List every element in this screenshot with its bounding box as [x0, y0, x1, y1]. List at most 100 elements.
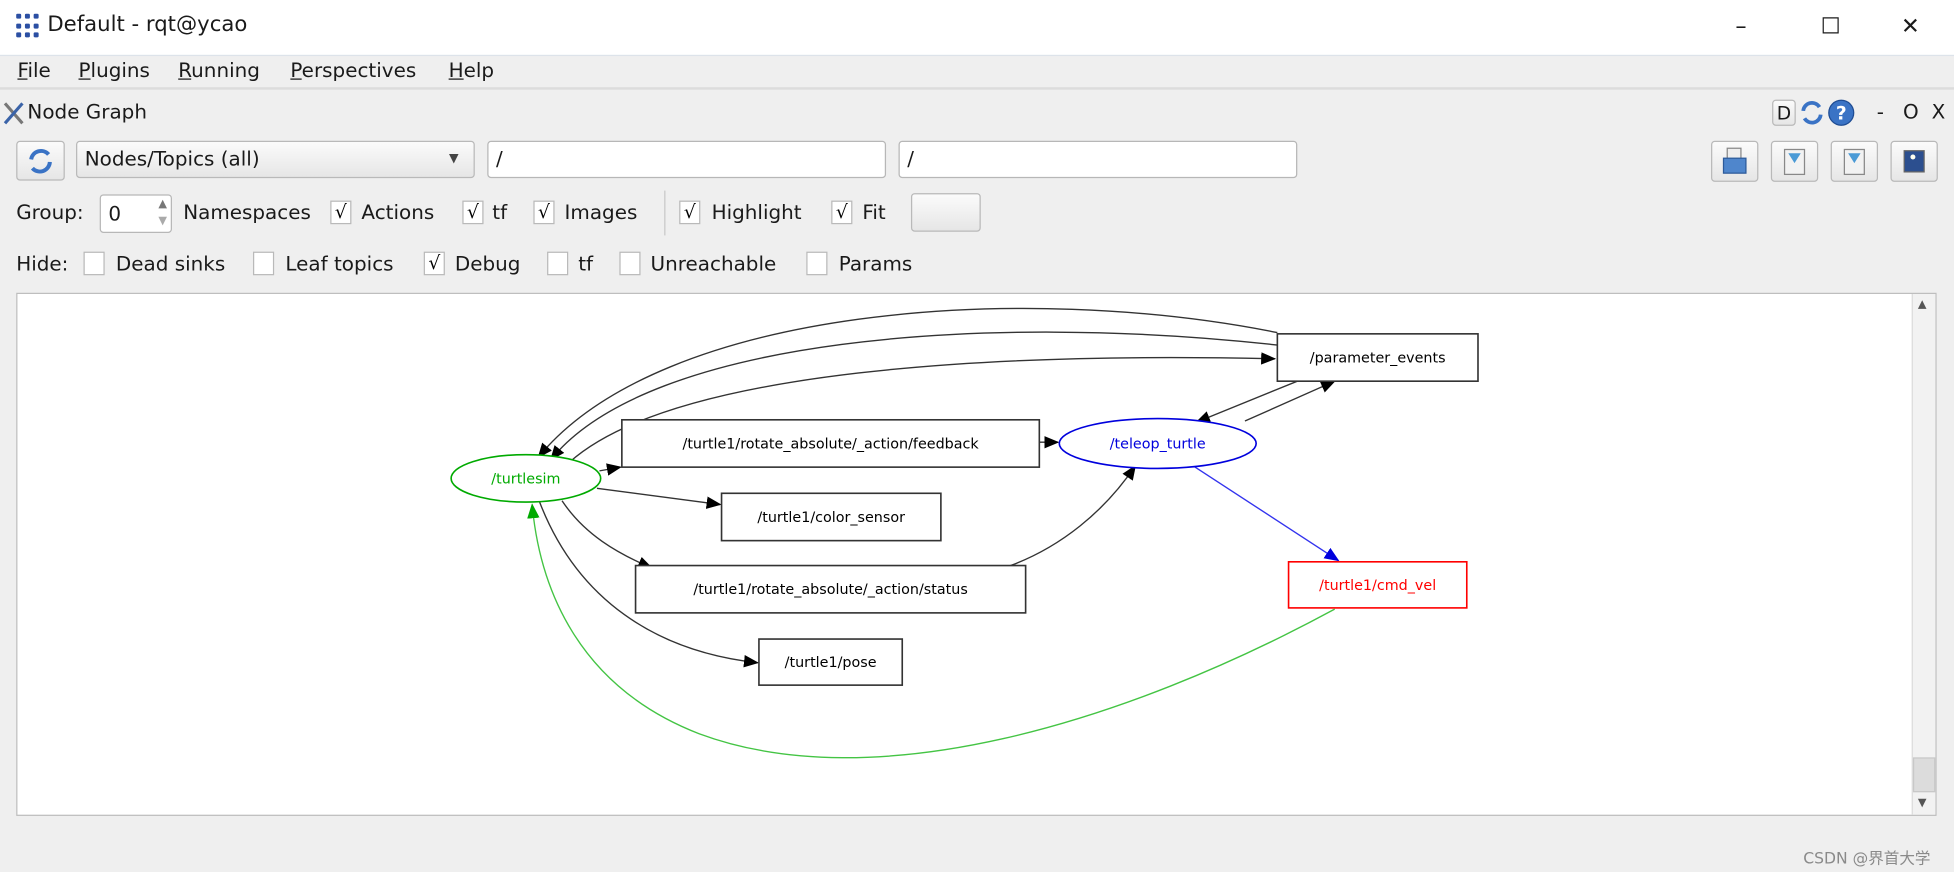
reload-plugin-icon[interactable] — [1798, 98, 1825, 127]
actions-checkbox[interactable]: √ — [330, 200, 352, 225]
app-grid-icon — [16, 13, 39, 39]
node-label: /turtle1/pose — [785, 655, 877, 671]
minimize-button[interactable]: – — [1716, 10, 1766, 45]
svg-text:?: ? — [1836, 104, 1847, 125]
node-label: /teleop_turtle — [1110, 436, 1206, 452]
float-plugin-button[interactable]: O — [1903, 100, 1919, 124]
images-label: Images — [564, 200, 638, 225]
refresh-icon — [29, 149, 52, 174]
menu-help[interactable]: Help — [449, 59, 494, 83]
namespaces-label: Namespaces — [183, 200, 311, 225]
graph-type-combobox[interactable]: Nodes/Topics (all) ▼ — [76, 140, 475, 179]
graph-edge — [1010, 464, 1136, 567]
unreachable-label: Unreachable — [650, 251, 777, 276]
spin-down-icon[interactable]: ▼ — [158, 213, 167, 230]
d-button[interactable]: D — [1772, 99, 1796, 126]
chevron-down-icon: ▼ — [449, 151, 459, 166]
params-checkbox[interactable] — [806, 251, 828, 276]
vertical-scrollbar[interactable]: ▲ ▼ — [1911, 293, 1936, 815]
load-dot-button[interactable] — [1711, 140, 1759, 182]
image-icon — [1903, 150, 1925, 173]
menu-label: P — [78, 58, 91, 83]
group-spinbox[interactable]: 0 ▲ ▼ — [99, 194, 172, 233]
graph-node-status[interactable]: /turtle1/rotate_absolute/_action/status — [634, 564, 1027, 614]
save-dot-icon — [1783, 148, 1806, 176]
graph-node-param-events[interactable]: /parameter_events — [1276, 333, 1479, 382]
tf-checkbox[interactable]: √ — [462, 200, 484, 225]
dead-sinks-label: Dead sinks — [115, 251, 226, 276]
highlight-checkbox[interactable]: √ — [679, 200, 701, 225]
watermark: CSDN @界首大学 — [1803, 848, 1931, 868]
graph-node-cmd-vel[interactable]: /turtle1/cmd_vel — [1287, 561, 1468, 609]
scrollbar-thumb[interactable] — [1912, 757, 1936, 793]
actions-label: Actions — [361, 200, 435, 225]
hide-label: Hide: — [16, 251, 69, 276]
menu-label: erspectives — [301, 58, 417, 83]
hide-tf-label: tf — [578, 251, 594, 276]
graph-node-pose[interactable]: /turtle1/pose — [758, 638, 904, 686]
graph-edge — [561, 500, 653, 569]
menu-plugins[interactable]: Plugins — [79, 59, 150, 83]
menu-bar: File Plugins Running Perspectives Help — [0, 55, 1954, 90]
node-graph: /turtlesim/teleop_turtle/turtle1/rotate_… — [450, 307, 1479, 759]
graph-node-feedback[interactable]: /turtle1/rotate_absolute/_action/feedbac… — [621, 418, 1041, 468]
leaf-topics-label: Leaf topics — [285, 251, 394, 276]
save-svg-icon — [1843, 148, 1865, 176]
menu-file[interactable]: File — [17, 59, 50, 83]
graph-node-turtlesim[interactable]: /turtlesim — [450, 453, 602, 503]
close-button[interactable]: ✕ — [1886, 10, 1936, 45]
graph-view[interactable]: /turtlesim/teleop_turtle/turtle1/rotate_… — [16, 292, 1937, 816]
highlight-label: Highlight — [711, 200, 802, 225]
params-label: Params — [838, 251, 913, 276]
unreachable-checkbox[interactable] — [619, 251, 641, 276]
save-svg-button[interactable] — [1830, 140, 1879, 182]
rqt-window: Default - rqt@ycao – ☐ ✕ File Plugins Ru… — [0, 0, 1954, 872]
debug-label: Debug — [454, 251, 521, 276]
tools-icon — [3, 102, 24, 125]
graph-edge — [599, 463, 622, 476]
group-label: Group: — [16, 200, 84, 225]
fit-in-view-button[interactable] — [910, 193, 981, 232]
node-label: /turtle1/rotate_absolute/_action/feedbac… — [682, 436, 979, 452]
window-title: Default - rqt@ycao — [47, 12, 248, 38]
node-label: /parameter_events — [1310, 351, 1446, 367]
node-label: /turtle1/cmd_vel — [1319, 578, 1436, 594]
node-label: /turtlesim — [491, 471, 560, 487]
graph-edge — [596, 487, 722, 509]
group-value: 0 — [108, 201, 122, 226]
graph-node-teleop[interactable]: /teleop_turtle — [1058, 417, 1257, 470]
tf-label: tf — [492, 200, 508, 225]
open-file-icon — [1722, 147, 1747, 174]
graph-edge — [1190, 464, 1340, 562]
topic-filter-input[interactable]: / — [898, 140, 1298, 179]
debug-checkbox[interactable]: √ — [423, 251, 445, 276]
graph-edge — [1195, 380, 1298, 423]
help-icon[interactable]: ? — [1827, 98, 1856, 127]
title-bar: Default - rqt@ycao – ☐ ✕ — [0, 0, 1954, 57]
close-plugin-button[interactable]: X — [1932, 100, 1946, 124]
graph-node-color-sensor[interactable]: /turtle1/color_sensor — [720, 492, 942, 542]
leaf-topics-checkbox[interactable] — [252, 251, 275, 276]
spin-up-icon[interactable]: ▲ — [158, 196, 167, 213]
scroll-up-icon[interactable]: ▲ — [1918, 299, 1927, 311]
maximize-button[interactable]: ☐ — [1806, 10, 1856, 45]
menu-label: lugins — [90, 58, 150, 83]
menu-label: unning — [191, 58, 260, 83]
images-checkbox[interactable]: √ — [533, 200, 555, 225]
dead-sinks-checkbox[interactable] — [83, 251, 105, 276]
graph-type-value: Nodes/Topics (all) — [84, 146, 260, 171]
separator — [664, 190, 666, 236]
fit-checkbox[interactable]: √ — [831, 200, 853, 225]
graph-edge — [527, 503, 1336, 759]
minimize-plugin-button[interactable]: - — [1877, 100, 1884, 124]
hide-tf-checkbox[interactable] — [547, 251, 569, 276]
plugin-title: Node Graph — [27, 99, 147, 124]
menu-perspectives[interactable]: Perspectives — [290, 59, 416, 83]
menu-running[interactable]: Running — [178, 59, 260, 83]
save-dot-button[interactable] — [1770, 140, 1819, 182]
refresh-graph-button[interactable] — [16, 140, 65, 181]
node-filter-input[interactable]: / — [487, 140, 887, 179]
menu-label: R — [178, 58, 192, 83]
scroll-down-icon[interactable]: ▼ — [1918, 797, 1927, 809]
save-image-button[interactable] — [1890, 140, 1938, 182]
